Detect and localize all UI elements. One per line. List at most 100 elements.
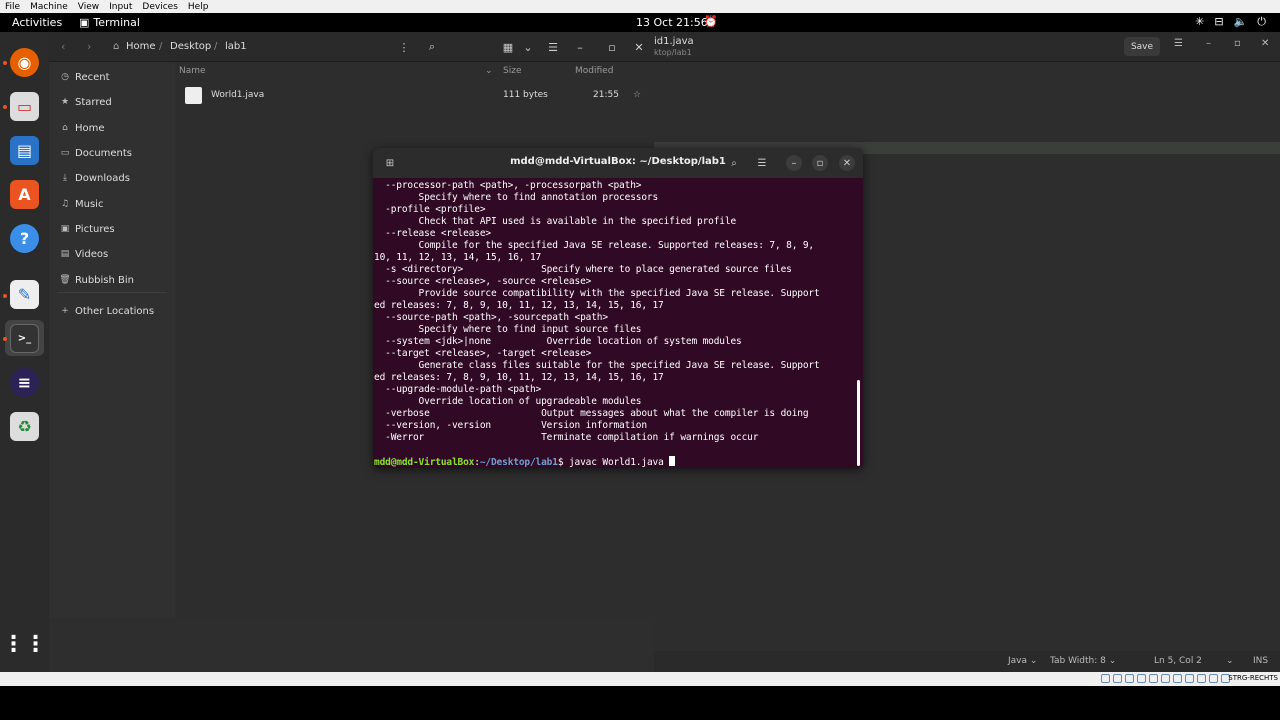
sidebar-item-pictures[interactable]: ▣ Pictures [49, 217, 175, 241]
maximize-icon[interactable]: ▫ [1234, 38, 1241, 49]
tab-width-selector[interactable]: Tab Width: 8 ⌄ [1050, 656, 1116, 666]
optical-drive-icon[interactable] [1113, 674, 1122, 683]
minimize-icon[interactable]: – [786, 155, 802, 171]
running-indicator [3, 61, 7, 65]
star-icon[interactable]: ☆ [633, 90, 641, 100]
shared-folder-icon[interactable] [1161, 674, 1170, 683]
breadcrumb-lab1[interactable]: lab1 [225, 41, 247, 52]
back-icon[interactable]: ‹ [61, 40, 65, 53]
terminal-output[interactable]: --processor-path <path>, -processorpath … [374, 180, 858, 468]
firefox-icon[interactable]: ◉ [10, 48, 39, 77]
menu-icon[interactable]: ☰ [1174, 38, 1183, 49]
sidebar-item-label: Recent [75, 71, 110, 83]
software-icon[interactable]: A [10, 180, 39, 209]
recording-icon[interactable] [1185, 674, 1194, 683]
vbox-menu-file[interactable]: File [0, 2, 25, 12]
display-icon[interactable] [1173, 674, 1182, 683]
terminal-line: --target <release>, -target <release> [374, 348, 592, 359]
breadcrumb-desktop[interactable]: Desktop [170, 41, 211, 52]
help-icon[interactable]: ? [10, 224, 39, 253]
maximize-icon[interactable]: ▫ [812, 155, 828, 171]
terminal-scrollbar[interactable] [857, 380, 860, 466]
sidebar-divider [57, 292, 167, 293]
vbox-menu-input[interactable]: Input [104, 2, 137, 12]
sidebar-item-rubbish-bin[interactable]: 🗑 Rubbish Bin [49, 268, 175, 292]
clock[interactable]: 13 Oct 21:56 [636, 16, 708, 29]
vbox-device-icons[interactable] [1101, 674, 1230, 683]
sidebar-item-downloads[interactable]: ⤓ Downloads [49, 166, 175, 190]
close-icon[interactable]: ✕ [1261, 38, 1269, 49]
insert-mode: INS [1253, 656, 1269, 666]
breadcrumb-home[interactable]: Home [126, 41, 156, 52]
view-grid-icon[interactable]: ▦ [497, 38, 519, 56]
column-header-size[interactable]: Size [503, 66, 521, 76]
files-icon[interactable]: ▭ [10, 92, 39, 121]
search-icon[interactable]: ⌕ [421, 38, 443, 56]
more-options-icon[interactable]: ⋮ [393, 38, 415, 56]
terminal-line: Specify where to find input source files [374, 324, 642, 335]
virtualbox-menubar: File Machine View Input Devices Help [0, 0, 1280, 13]
terminal-line: --system <jdk>|none Override location of… [374, 336, 742, 347]
vbox-menu-help[interactable]: Help [183, 2, 214, 12]
sidebar-item-music[interactable]: ♫ Music [49, 192, 175, 216]
language-selector[interactable]: Java ⌄ [1008, 656, 1037, 666]
minimize-icon[interactable]: – [1206, 38, 1211, 49]
dock: ◉ ▭ ▤ A ? ✎ >_ ≡ ♻ ⋮⋮ [0, 32, 49, 672]
eclipse-icon[interactable]: ≡ [10, 368, 39, 397]
cpu-icon[interactable] [1197, 674, 1206, 683]
vbox-menu-devices[interactable]: Devices [137, 2, 182, 12]
sidebar-item-label: Music [75, 198, 104, 210]
terminal-prompt-line[interactable]: mdd@mdd-VirtualBox:~/Desktop/lab1$ javac… [374, 456, 858, 468]
home-icon: ⌂ [62, 123, 68, 133]
show-apps-icon[interactable]: ⋮⋮ [3, 630, 47, 659]
maximize-icon[interactable]: ▫ [601, 38, 623, 56]
forward-icon[interactable]: › [87, 40, 91, 53]
vbox-menu-machine[interactable]: Machine [25, 2, 73, 12]
vbox-menu-view[interactable]: View [73, 2, 104, 12]
menu-icon[interactable]: ☰ [542, 38, 564, 56]
writer-icon[interactable]: ▤ [10, 136, 39, 165]
app-menu[interactable]: ▣ Terminal [79, 16, 140, 29]
terminal-line: ed releases: 7, 8, 9, 10, 11, 12, 13, 14… [374, 372, 664, 383]
terminal-line: Compile for the specified Java SE releas… [374, 240, 815, 251]
network-icon[interactable] [1137, 674, 1146, 683]
search-icon[interactable]: ⌕ [724, 153, 744, 173]
hdd-icon[interactable] [1101, 674, 1110, 683]
terminal-line: Specify where to find annotation process… [374, 192, 659, 203]
sidebar-item-recent[interactable]: ◷ Recent [49, 65, 175, 89]
menu-icon[interactable]: ☰ [752, 153, 772, 173]
audio-icon[interactable] [1125, 674, 1134, 683]
position-dropdown-icon[interactable]: ⌄ [1226, 656, 1234, 666]
terminal-line: Check that API used is available in the … [374, 216, 737, 227]
recycle-icon[interactable]: ♻ [10, 412, 39, 441]
terminal-line: Override location of upgradeable modules [374, 396, 642, 407]
prompt-symbol: $ [557, 457, 569, 468]
terminal-line: -profile <profile> [374, 204, 486, 215]
activities-button[interactable]: Activities [12, 16, 62, 29]
column-header-modified[interactable]: Modified [575, 66, 613, 76]
sidebar-item-videos[interactable]: ▤ Videos [49, 242, 175, 266]
usb-icon[interactable] [1149, 674, 1158, 683]
minimize-icon[interactable]: – [569, 38, 591, 56]
view-dropdown-icon[interactable]: ⌄ [517, 38, 539, 56]
sidebar-item-documents[interactable]: ▭ Documents [49, 141, 175, 165]
java-file-icon [185, 87, 202, 104]
terminal-line: --version, -version Version information [374, 420, 647, 431]
terminal-line: --source <release>, -source <release> [374, 276, 592, 287]
close-icon[interactable]: ✕ [839, 155, 855, 171]
sidebar-item-other-locations[interactable]: + Other Locations [49, 299, 175, 323]
sidebar-item-starred[interactable]: ★ Starred [49, 90, 175, 114]
file-name: World1.java [211, 90, 265, 100]
system-tray[interactable]: ✳ ⊟ 🔈 ⏻ [1195, 15, 1266, 29]
breadcrumb-separator: / [159, 41, 163, 52]
sidebar-item-home[interactable]: ⌂ Home [49, 116, 175, 140]
editor-title: id1.java [654, 36, 694, 47]
text-editor-icon[interactable]: ✎ [10, 280, 39, 309]
mouse-integration-icon[interactable] [1209, 674, 1218, 683]
cursor-position[interactable]: Ln 5, Col 2 [1154, 656, 1202, 666]
table-row[interactable]: World1.java 111 bytes 21:55 ☆ [175, 82, 654, 108]
close-icon[interactable]: ✕ [628, 38, 650, 56]
save-button[interactable]: Save [1124, 37, 1160, 56]
terminal-icon[interactable]: >_ [10, 324, 39, 353]
column-header-name[interactable]: Name [179, 66, 206, 76]
